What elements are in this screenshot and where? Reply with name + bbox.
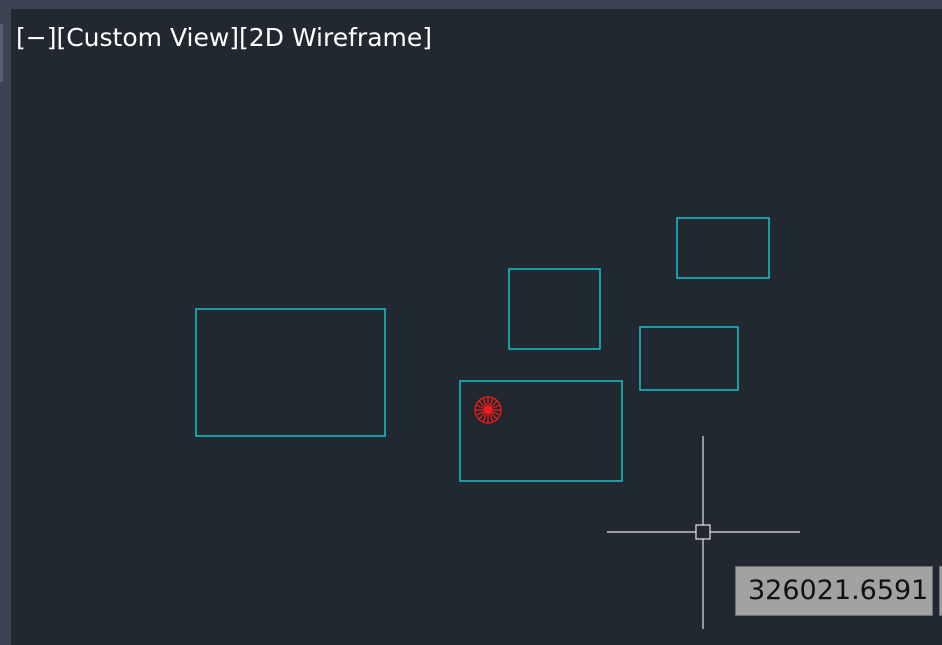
panel-scroll-indicator[interactable] — [0, 24, 3, 82]
rectangle-large[interactable] — [195, 308, 386, 437]
ribbon-edge — [0, 0, 942, 9]
rectangle-right[interactable] — [639, 326, 739, 391]
rectangle-top-right[interactable] — [676, 217, 770, 279]
model-space[interactable] — [11, 9, 942, 645]
left-edge-panel — [0, 9, 11, 645]
drawing-viewport[interactable]: [−][Custom View][2D Wireframe] 326021.65… — [11, 9, 942, 645]
rectangle-lower-middle[interactable] — [459, 380, 623, 482]
point-marker-icon[interactable] — [474, 396, 502, 424]
dynamic-input-field[interactable]: 326021.6591 — [735, 566, 933, 616]
rectangle-upper-middle[interactable] — [508, 268, 601, 350]
